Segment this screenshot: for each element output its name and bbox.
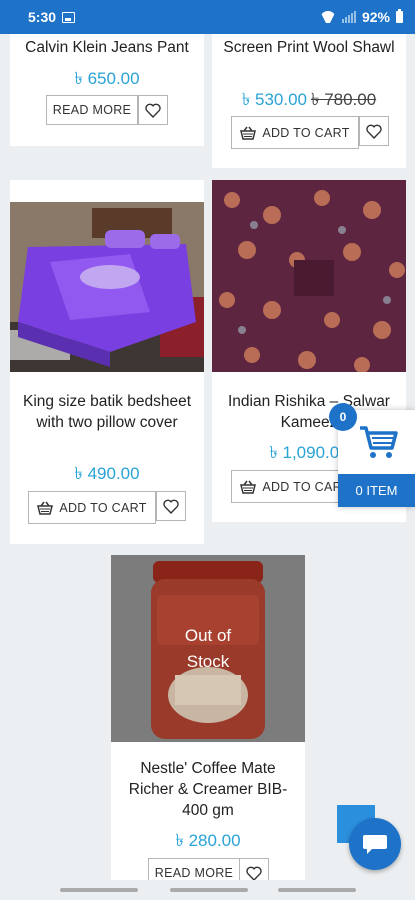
cart-item-count-label[interactable]: 0 ITEM (338, 474, 415, 507)
wishlist-button[interactable] (156, 491, 186, 521)
heart-icon (163, 499, 179, 514)
product-image[interactable] (10, 202, 204, 372)
battery-icon (396, 9, 403, 23)
image-icon (62, 11, 76, 23)
signal-icon (341, 11, 356, 23)
basket-icon (240, 480, 257, 494)
product-card[interactable]: King size batik bedsheet with two pillow… (10, 180, 204, 544)
wifi-icon (320, 11, 336, 23)
battery-percent: 92% (361, 9, 390, 25)
product-title[interactable]: King size batik bedsheet with two pillow… (16, 391, 198, 433)
product-card[interactable]: Calvin Klein Jeans Pant ৳ 650.00 READ MO… (10, 34, 204, 146)
heart-icon (145, 103, 161, 118)
product-price: ৳ 280.00 (175, 831, 241, 850)
product-price: ৳ 650.00 (74, 69, 140, 88)
wishlist-button[interactable] (138, 95, 168, 125)
status-bar: 5:30 92% (0, 0, 415, 34)
out-of-stock-overlay: Out of Stock (184, 626, 232, 671)
add-to-cart-button[interactable]: ADD TO CART (231, 116, 359, 149)
product-title[interactable]: Nestle' Coffee Mate Richer & Creamer BIB… (117, 758, 299, 821)
heart-icon (246, 866, 262, 881)
product-price: ৳ 490.00 (74, 464, 140, 483)
product-title[interactable]: Screen Print Wool Shawl (218, 37, 400, 58)
product-image[interactable]: Out of Stock (111, 555, 305, 742)
product-card[interactable]: Out of Stock Nestle' Coffee Mate Richer … (111, 555, 305, 900)
basket-icon (240, 126, 257, 140)
cart-icon (360, 426, 398, 458)
product-image[interactable] (212, 180, 406, 372)
wishlist-button[interactable] (359, 116, 389, 146)
add-to-cart-button[interactable]: ADD TO CART (28, 491, 156, 524)
heart-icon (366, 124, 382, 139)
old-price: ৳ 780.00 (311, 90, 377, 109)
read-more-button[interactable]: READ MORE (46, 95, 138, 125)
basket-icon (37, 501, 54, 515)
product-price: ৳ 530.00 ৳ 780.00 (241, 90, 377, 109)
cart-count-badge: 0 (329, 403, 357, 431)
product-title[interactable]: Calvin Klein Jeans Pant (16, 37, 198, 58)
status-time: 5:30 (28, 9, 57, 25)
chat-button[interactable] (349, 818, 401, 870)
system-nav-bar (0, 880, 415, 900)
chat-icon (363, 835, 387, 854)
product-card[interactable]: Screen Print Wool Shawl ৳ 530.00 ৳ 780.00… (212, 34, 406, 168)
